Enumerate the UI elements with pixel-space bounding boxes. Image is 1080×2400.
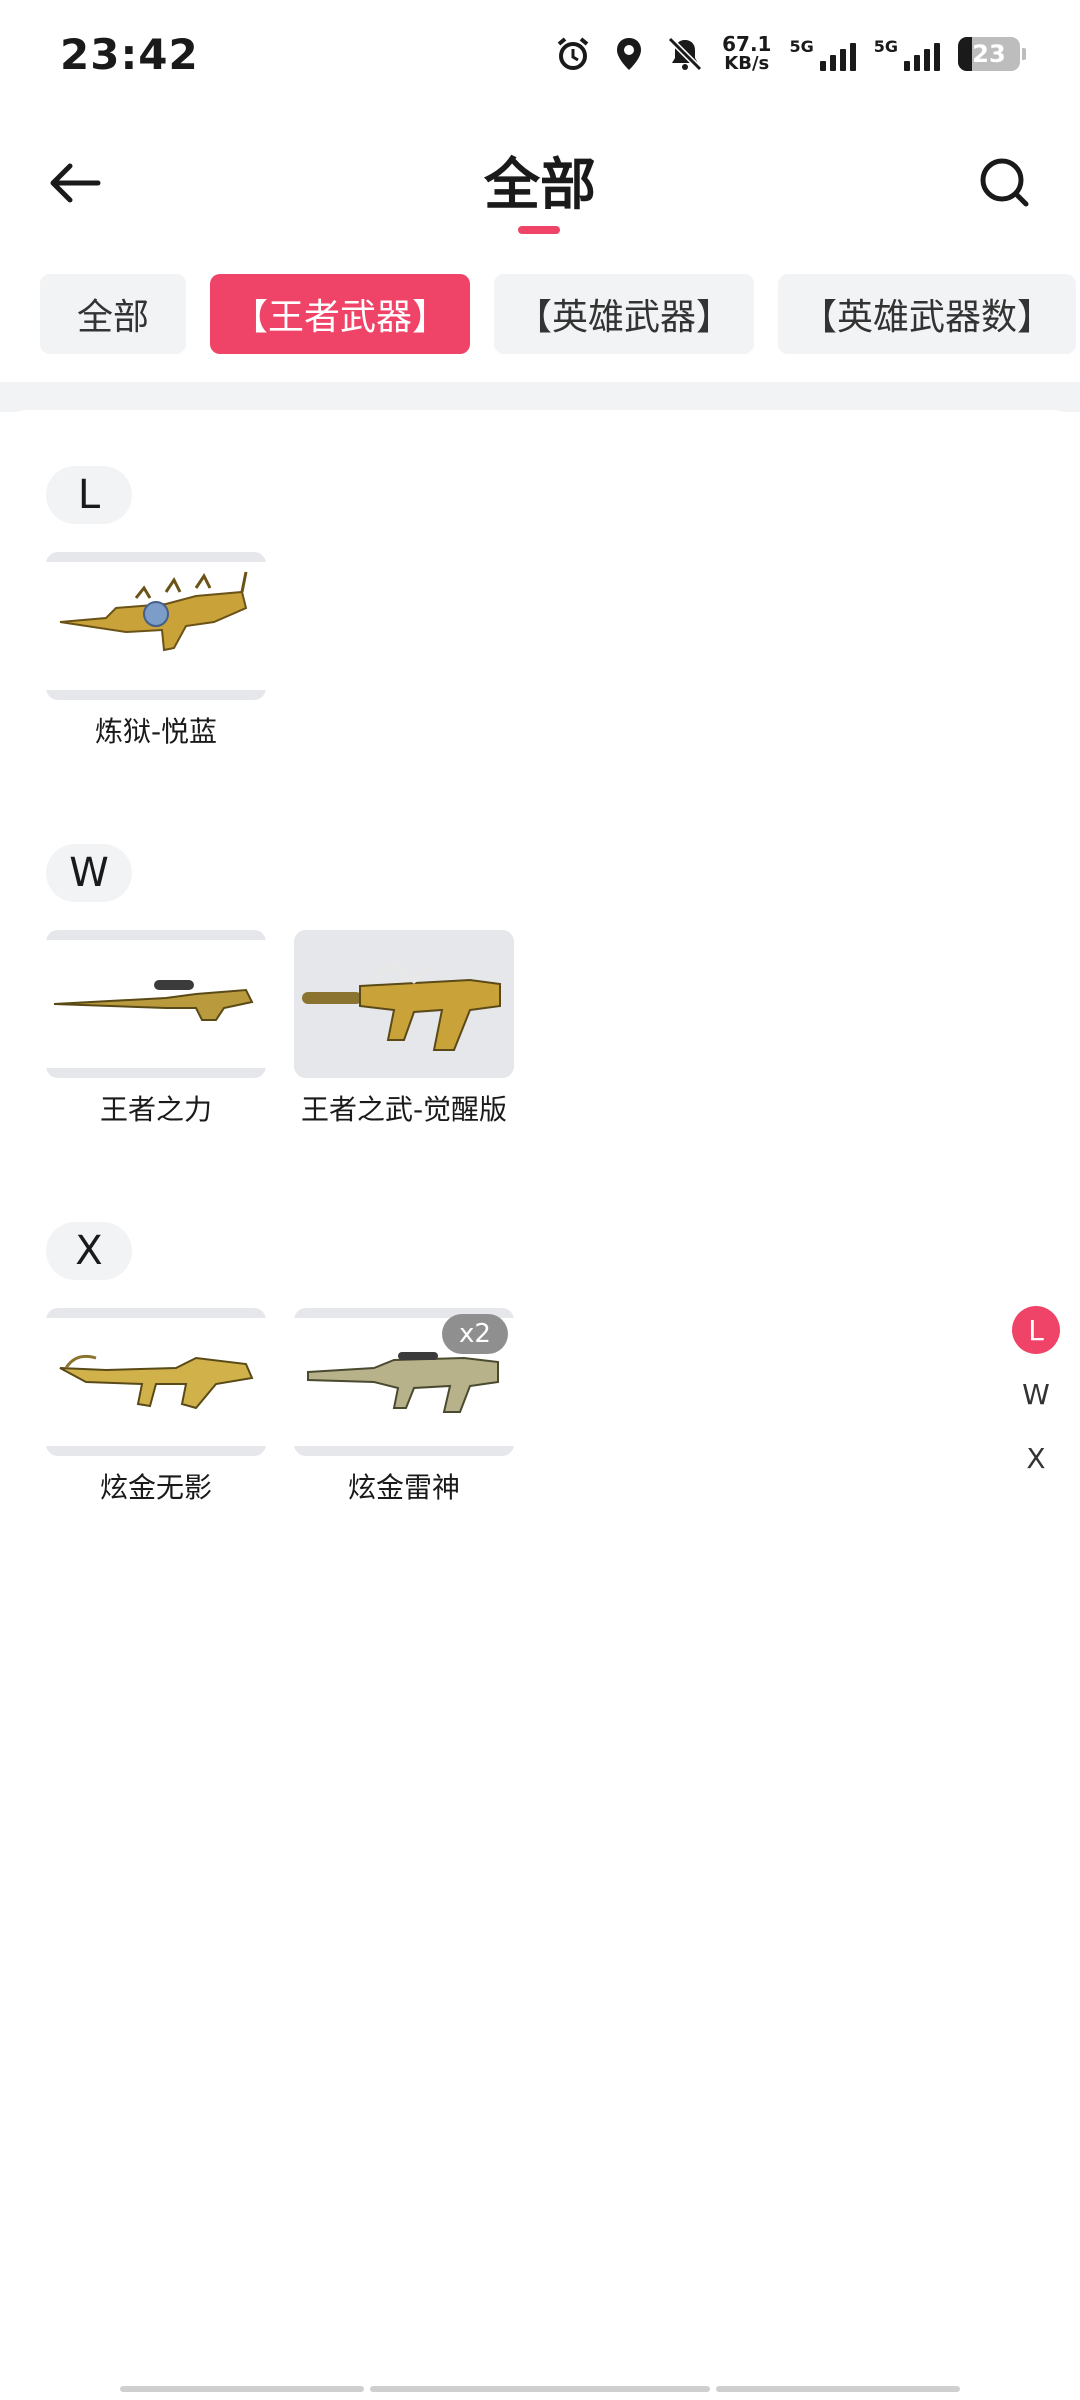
tab-king-weapons[interactable]: 【王者武器】 bbox=[210, 274, 470, 354]
signal-sim1: 5G bbox=[789, 37, 856, 71]
tab-all[interactable]: 全部 bbox=[40, 274, 186, 354]
signal-bars-icon bbox=[819, 37, 856, 71]
category-tabs: 全部 【王者武器】 【英雄武器】 【英雄武器数】 bbox=[40, 274, 1076, 354]
weapon-card[interactable]: 炫金无影 bbox=[46, 1308, 266, 1506]
page-title: 全部 bbox=[484, 153, 596, 218]
bottom-scroll-indicator bbox=[120, 2386, 960, 2392]
sim1-label: 5G bbox=[789, 37, 814, 56]
weapon-image bbox=[59, 1354, 254, 1410]
weapon-name: 王者之武-觉醒版 bbox=[300, 1093, 508, 1126]
alphabet-index: L W X bbox=[1012, 1306, 1060, 1482]
weapon-card[interactable]: 炼狱-悦蓝 bbox=[46, 552, 266, 750]
status-icons: 67.1 KB/s 5G 5G 23 bbox=[554, 34, 1026, 74]
signal-bars-icon bbox=[904, 37, 940, 71]
title-underline bbox=[518, 226, 560, 234]
net-speed-unit: KB/s bbox=[724, 53, 770, 74]
status-time: 23:42 bbox=[60, 30, 199, 79]
weapon-name: 炼狱-悦蓝 bbox=[94, 715, 218, 748]
index-letter-x[interactable]: X bbox=[1012, 1434, 1060, 1482]
weapon-thumbnail bbox=[294, 930, 514, 1078]
weapon-name: 王者之力 bbox=[99, 1093, 212, 1126]
quantity-badge: x2 bbox=[442, 1314, 508, 1354]
section-x: X 炫金无影 x2 炫金雷神 bbox=[46, 1222, 514, 1506]
weapon-image bbox=[302, 960, 501, 1051]
section-letter: L bbox=[46, 466, 132, 524]
weapon-thumbnail bbox=[46, 1308, 266, 1456]
tab-hero-weapons[interactable]: 【英雄武器】 bbox=[494, 274, 754, 354]
section-letter: X bbox=[46, 1222, 132, 1280]
section-w: W 王者之力 王者之武-觉醒版 bbox=[46, 844, 514, 1128]
net-speed: 67.1 KB/s bbox=[722, 34, 771, 74]
section-letter: W bbox=[46, 844, 132, 902]
search-icon[interactable] bbox=[970, 148, 1040, 218]
battery-level: 23 bbox=[972, 40, 1006, 68]
tab-hero-weapons-count[interactable]: 【英雄武器数】 bbox=[778, 274, 1076, 354]
weapon-card[interactable]: 王者之力 bbox=[46, 930, 266, 1128]
weapon-image bbox=[53, 980, 254, 1021]
status-bar: 23:42 67.1 KB/s 5G 5G 23 bbox=[0, 0, 1080, 120]
weapon-thumbnail bbox=[46, 930, 266, 1078]
index-letter-l[interactable]: L bbox=[1012, 1306, 1060, 1354]
mute-icon bbox=[667, 36, 703, 72]
weapon-name: 炫金雷神 bbox=[347, 1471, 460, 1504]
weapon-card[interactable]: 王者之武-觉醒版 bbox=[294, 930, 514, 1128]
weapon-thumbnail bbox=[46, 552, 266, 700]
index-letter-w[interactable]: W bbox=[1012, 1370, 1060, 1418]
sim2-label: 5G bbox=[873, 37, 898, 56]
weapon-card[interactable]: x2 炫金雷神 bbox=[294, 1308, 514, 1506]
battery-icon: 23 bbox=[958, 37, 1026, 71]
top-app-bar: 全部 bbox=[0, 130, 1080, 240]
net-speed-value: 67.1 bbox=[722, 32, 772, 56]
section-divider bbox=[0, 382, 1080, 412]
weapon-name: 炫金无影 bbox=[99, 1471, 212, 1504]
signal-sim2: 5G bbox=[874, 37, 940, 71]
weapon-thumbnail: x2 bbox=[294, 1308, 514, 1456]
section-l: L 炼狱-悦蓝 bbox=[46, 466, 266, 750]
weapon-image bbox=[59, 571, 248, 652]
location-icon bbox=[617, 38, 642, 70]
alarm-icon bbox=[557, 37, 589, 70]
